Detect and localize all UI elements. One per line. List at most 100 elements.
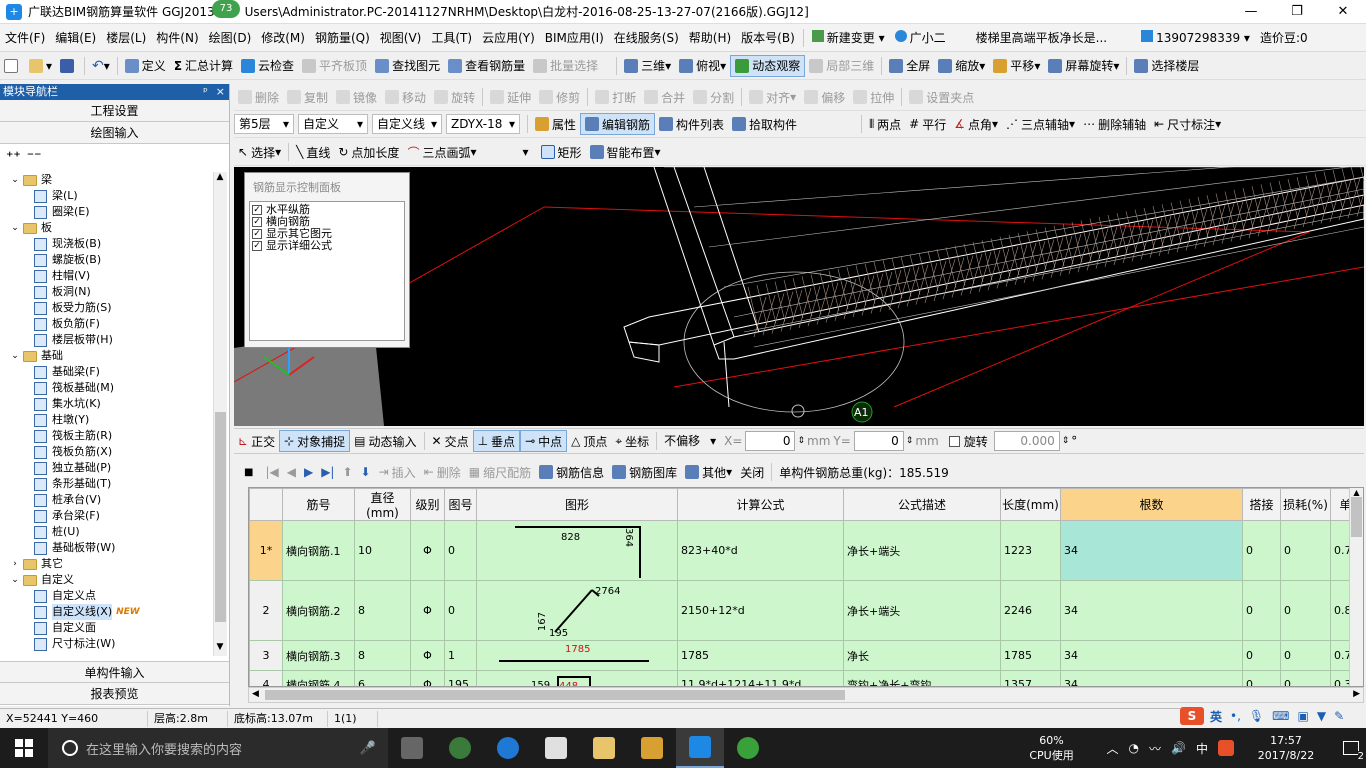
split-button[interactable]: 分割: [689, 86, 738, 108]
point-length-button[interactable]: ↻ 点加长度: [334, 141, 403, 163]
extend-button[interactable]: 延伸: [486, 86, 535, 108]
tree-item[interactable]: 螺旋板(B): [0, 252, 214, 268]
tree-item[interactable]: 桩(U): [0, 524, 214, 540]
cell-loss[interactable]: 0: [1280, 670, 1331, 686]
checkbox-show-formula[interactable]: ✓ 显示详细公式: [252, 240, 402, 252]
cell-lap[interactable]: 0: [1242, 640, 1281, 671]
del-axis-button[interactable]: ⋯ 删除辅轴: [1079, 113, 1150, 135]
x-input[interactable]: 0: [745, 431, 796, 451]
cell-count[interactable]: 34: [1060, 520, 1243, 581]
select-button[interactable]: ↖ 选择 ▾: [234, 141, 285, 163]
grid-vscrollbar[interactable]: ▲: [1349, 488, 1363, 686]
cell-count[interactable]: 34: [1060, 580, 1243, 641]
network-icon[interactable]: ◔: [1129, 741, 1139, 755]
cell-grade[interactable]: Φ: [410, 520, 445, 581]
new-change-button[interactable]: 新建变更 ▾: [807, 29, 890, 46]
tree-item[interactable]: ⌄ 梁: [0, 172, 214, 188]
menu-rebar[interactable]: 钢筋量(Q): [310, 29, 375, 46]
collapse-icon[interactable]: ⌄: [10, 172, 20, 188]
cell-loss[interactable]: 0: [1280, 580, 1331, 641]
cell-formula[interactable]: 823+40*d: [677, 520, 844, 581]
align-button[interactable]: 对齐 ▾: [745, 86, 800, 108]
comp-list-button[interactable]: 构件列表: [655, 113, 728, 135]
last-record-icon[interactable]: ▶|: [317, 461, 338, 483]
tree-item[interactable]: ⌄ 板: [0, 220, 214, 236]
action-center-button[interactable]: 2: [1336, 728, 1366, 768]
user-phone[interactable]: 13907298339 ▾: [1136, 30, 1255, 45]
snap-button[interactable]: ⊹ 对象捕捉: [279, 430, 351, 452]
cell-figure[interactable]: 0: [444, 520, 477, 581]
cell-diameter[interactable]: 8: [354, 640, 411, 671]
ime-lang[interactable]: 英: [1210, 708, 1222, 725]
line-button[interactable]: ╲ 直线: [292, 141, 334, 163]
cell-shape[interactable]: 159 448: [476, 670, 678, 686]
tree-item[interactable]: 板受力筋(S): [0, 300, 214, 316]
cell-figure[interactable]: 195: [444, 670, 477, 686]
minimize-icon[interactable]: —: [1228, 0, 1274, 24]
microphone-icon[interactable]: 🎤: [360, 741, 376, 756]
tree-scrollbar[interactable]: ▲ ▼: [213, 172, 227, 656]
cpu-meter[interactable]: 60% CPU使用: [1017, 733, 1087, 763]
flush-board-button[interactable]: 平齐板顶: [298, 55, 371, 77]
cell-grade[interactable]: Φ: [410, 640, 445, 671]
collapse-icon[interactable]: ⌄: [10, 572, 20, 588]
cell-figure[interactable]: 1: [444, 640, 477, 671]
menu-component[interactable]: 构件(N): [151, 29, 203, 46]
col-header-lap[interactable]: 搭接: [1242, 488, 1281, 521]
restore-icon[interactable]: ❐: [1274, 0, 1320, 24]
cell-formula[interactable]: 1785: [677, 640, 844, 671]
screen-rotate-button[interactable]: 屏幕旋转 ▾: [1044, 55, 1123, 77]
component-name-select[interactable]: ZDYX-18 ▾: [446, 114, 520, 134]
tree-item[interactable]: 自定义点: [0, 588, 214, 604]
pin-icon[interactable]: ᵖ: [203, 85, 208, 98]
taskbar-app-taskview[interactable]: [388, 728, 436, 768]
cell-diameter[interactable]: 10: [354, 520, 411, 581]
row-index[interactable]: 4: [249, 670, 283, 686]
cell-loss[interactable]: 0: [1280, 520, 1331, 581]
tree-item[interactable]: 承台梁(F): [0, 508, 214, 524]
cloud-check-button[interactable]: 云检查: [237, 55, 298, 77]
col-header-figure[interactable]: 图号: [444, 488, 477, 521]
project-settings-button[interactable]: 工程设置: [0, 100, 229, 122]
tree-item[interactable]: 基础梁(F): [0, 364, 214, 380]
menu-cloud[interactable]: 云应用(Y): [477, 29, 540, 46]
taskbar-app-store[interactable]: [532, 728, 580, 768]
volume-icon[interactable]: 🔊: [1171, 741, 1186, 755]
subcategory-select[interactable]: 自定义线 ▾: [372, 114, 442, 134]
cell-length[interactable]: 1223: [1000, 520, 1061, 581]
midpoint-button[interactable]: ⊸ 中点: [520, 430, 568, 452]
table-row[interactable]: 1* 横向钢筋.1 10 Φ 0 828 364 823+40*d 净长+端头 1223 34 0 0 0…: [249, 520, 1361, 581]
dyn-input-button[interactable]: ▤ 动态输入: [350, 430, 420, 452]
cell-grade[interactable]: Φ: [410, 580, 445, 641]
menu-tools[interactable]: 工具(T): [426, 29, 477, 46]
arc-mode-select[interactable]: ▾: [481, 142, 533, 162]
offset-button[interactable]: 偏移: [800, 86, 849, 108]
menu-version[interactable]: 版本号(B): [736, 29, 800, 46]
taskbar-search[interactable]: 在这里输入你要搜索的内容 🎤: [48, 728, 388, 768]
close-editor-button[interactable]: 关闭: [736, 461, 768, 483]
tree-item[interactable]: 基础板带(W): [0, 540, 214, 556]
merge-button[interactable]: 合并: [640, 86, 689, 108]
cell-desc[interactable]: 净长+端头: [843, 520, 1001, 581]
cell-name[interactable]: 横向钢筋.4: [282, 670, 355, 686]
dynamic-view-button[interactable]: 动态观察: [730, 54, 806, 77]
cell-shape[interactable]: 1785: [476, 640, 678, 671]
define-button[interactable]: 定义: [121, 55, 170, 77]
tree-item[interactable]: 柱墩(Y): [0, 412, 214, 428]
move-down-icon[interactable]: ⬇: [357, 461, 375, 483]
copy-button[interactable]: 复制: [283, 86, 332, 108]
undo-icon[interactable]: ↶ ▾: [88, 55, 114, 77]
start-button[interactable]: [0, 728, 48, 768]
drawing-input-button[interactable]: 绘图输入: [0, 122, 229, 144]
move-up-icon[interactable]: ⬆: [338, 461, 356, 483]
tree-item[interactable]: 楼层板带(H): [0, 332, 214, 348]
y-input[interactable]: 0: [853, 431, 904, 451]
cell-lap[interactable]: 0: [1242, 670, 1281, 686]
cell-desc[interactable]: 净长+端头: [843, 580, 1001, 641]
taskbar-app-360[interactable]: [724, 728, 772, 768]
taskbar-app-notes[interactable]: [628, 728, 676, 768]
trim-button[interactable]: 修剪: [535, 86, 584, 108]
col-header-length[interactable]: 长度(mm): [1000, 488, 1061, 521]
select-floor-button[interactable]: 选择楼层: [1130, 55, 1203, 77]
col-header-name[interactable]: 筋号: [282, 488, 355, 521]
